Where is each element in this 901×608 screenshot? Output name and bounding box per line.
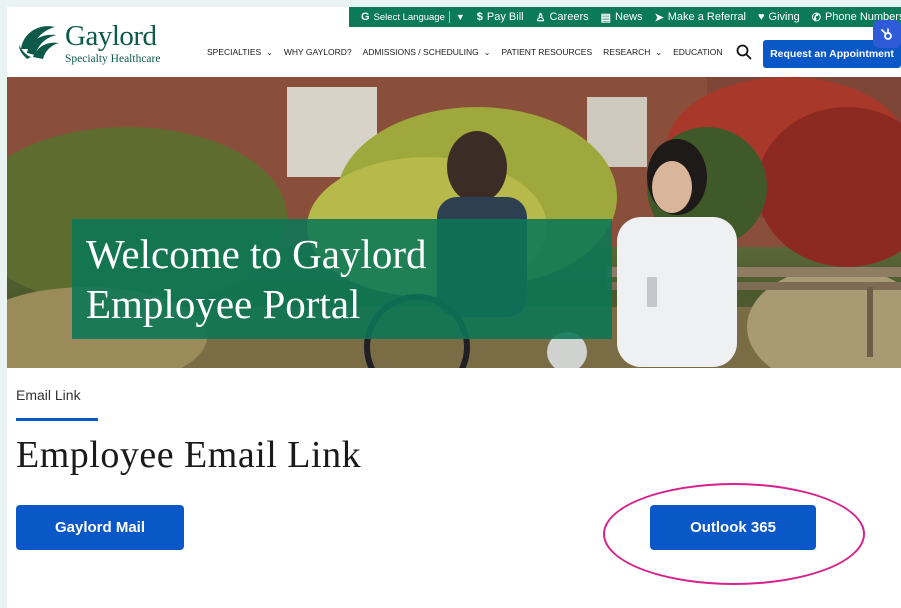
gaylord-logo[interactable]: Gaylord Specialty Healthcare [17, 19, 167, 65]
utility-link-pay-bill[interactable]: $ Pay Bill [477, 11, 524, 23]
nav-label: WHY GAYLORD? [283, 47, 352, 57]
nav-item-why-gaylord[interactable]: WHY GAYLORD? [284, 47, 352, 57]
utility-link-giving[interactable]: ♥ Giving [758, 11, 800, 23]
hero-banner: Welcome to Gaylord Employee Portal [7, 77, 901, 368]
utility-link-label: Pay Bill [486, 11, 524, 23]
dollar-icon: $ [476, 11, 483, 23]
hubspot-icon[interactable] [873, 20, 901, 48]
giving-icon: ♥ [758, 11, 765, 23]
breadcrumb[interactable]: Email Link [16, 387, 81, 403]
logo-brand: Gaylord [65, 20, 157, 52]
utility-link-news[interactable]: ▤ News [601, 11, 643, 24]
utility-link-label: News [615, 11, 643, 23]
utility-link-label: Make a Referral [667, 11, 747, 23]
shell-logo-icon [19, 26, 59, 59]
search-icon[interactable] [736, 44, 752, 60]
divider [448, 11, 450, 23]
phone-icon: ✆ [811, 11, 821, 24]
page: G Select Language ▼ $ Pay Bill ♙ Careers… [7, 7, 901, 608]
nav-item-patient-resources[interactable]: PATIENT RESOURCES [501, 47, 592, 57]
nav-label: SPECIALTIES [207, 47, 262, 57]
utility-bar: G Select Language ▼ $ Pay Bill ♙ Careers… [349, 7, 901, 27]
hero-title: Welcome to Gaylord Employee Portal [86, 231, 427, 327]
nav-item-admissions[interactable]: ADMISSIONS / SCHEDULING ⌄ [363, 47, 491, 57]
utility-link-referral[interactable]: ➤ Make a Referral [655, 11, 746, 24]
chevron-down-icon: ⌄ [655, 47, 663, 57]
page-title: Employee Email Link [16, 434, 362, 476]
nav-item-research[interactable]: RESEARCH ⌄ [603, 47, 662, 57]
breadcrumb-underline [16, 418, 98, 421]
nav-item-education[interactable]: EDUCATION [673, 47, 722, 57]
nav-label: EDUCATION [673, 47, 723, 57]
utility-link-label: Giving [768, 11, 800, 23]
highlight-annotation-circle [603, 483, 865, 585]
main-nav: SPECIALTIES ⌄ WHY GAYLORD? ADMISSIONS / … [207, 44, 734, 60]
language-label: Select Language [373, 11, 445, 23]
nav-label: PATIENT RESOURCES [501, 47, 593, 57]
news-icon: ▤ [600, 11, 612, 24]
person-icon: ♙ [535, 11, 546, 24]
send-icon: ➤ [654, 11, 664, 24]
utility-link-careers[interactable]: ♙ Careers [536, 11, 589, 24]
chevron-down-icon: ⌄ [483, 47, 491, 57]
language-selector[interactable]: G Select Language ▼ [361, 11, 465, 23]
gaylord-mail-button[interactable]: Gaylord Mail [16, 505, 184, 550]
logo-subtitle: Specialty Healthcare [65, 53, 161, 65]
chevron-down-icon: ⌄ [266, 47, 273, 57]
nav-item-specialties[interactable]: SPECIALTIES ⌄ [207, 47, 273, 57]
hero-title-panel: Welcome to Gaylord Employee Portal [72, 219, 612, 339]
google-icon: G [361, 11, 370, 23]
nav-label: ADMISSIONS / SCHEDULING [362, 47, 479, 57]
nav-label: RESEARCH [603, 47, 651, 57]
utility-link-label: Careers [549, 11, 589, 23]
language-caret-icon: ▼ [455, 12, 465, 22]
